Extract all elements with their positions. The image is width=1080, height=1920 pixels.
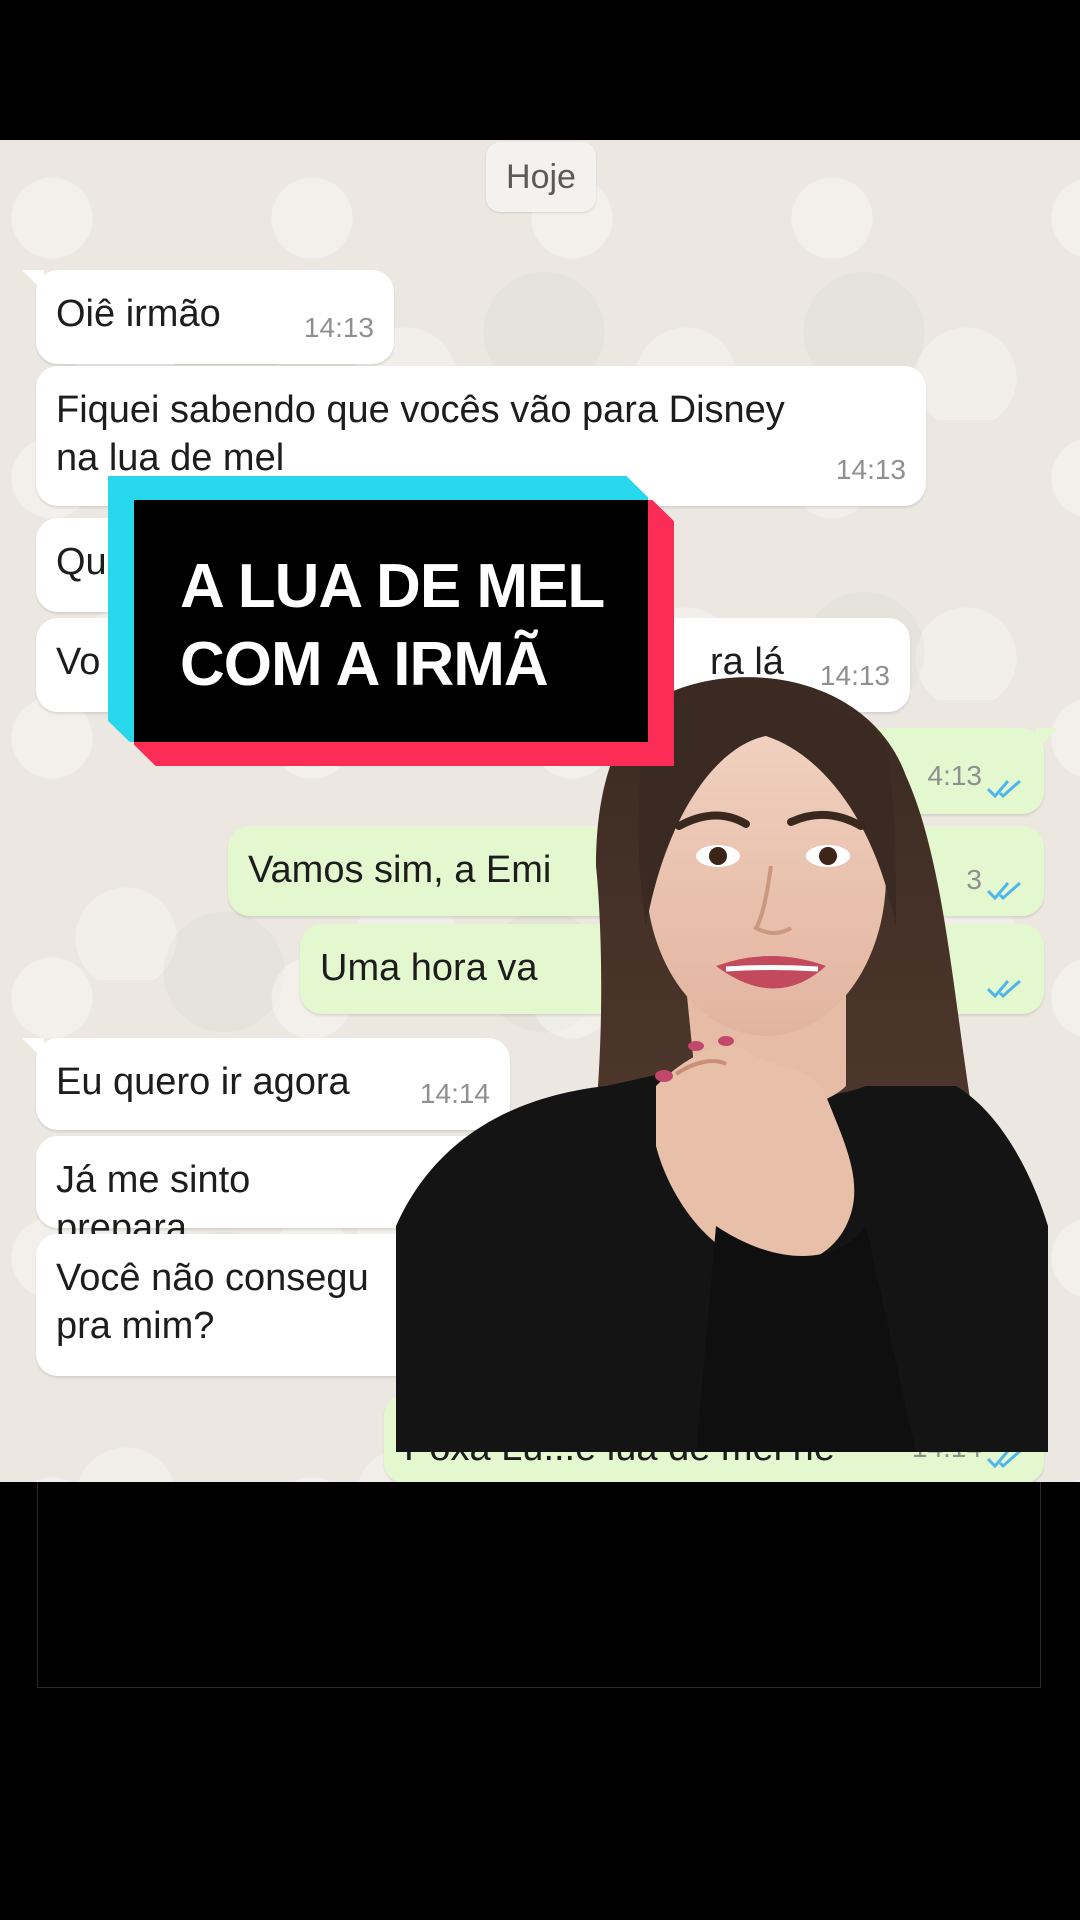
message-text: Fiquei sabendo que vocês vão para Disney…: [56, 389, 785, 479]
message-time: 14:13: [303, 312, 374, 343]
message-time: 14:13: [835, 454, 906, 485]
presenter-photo: [396, 666, 1048, 1452]
bottom-frame-outline: [37, 1482, 1041, 1688]
overlay-title-line1: A LUA DE MEL: [180, 552, 605, 621]
date-chip: Hoje: [486, 142, 596, 212]
overlay-title: A LUA DE MEL COM A IRMÃ: [180, 548, 640, 704]
video-frame: Hoje Oiê irmão 14:13 Fiquei sabendo que …: [0, 0, 1080, 1920]
title-card: A LUA DE MEL COM A IRMÃ: [108, 476, 674, 766]
presenter-illustration: [396, 677, 1048, 1452]
overlay-title-line2: COM A IRMÃ: [180, 630, 549, 699]
message-bubble-incoming: Oiê irmão 14:13: [22, 270, 394, 364]
